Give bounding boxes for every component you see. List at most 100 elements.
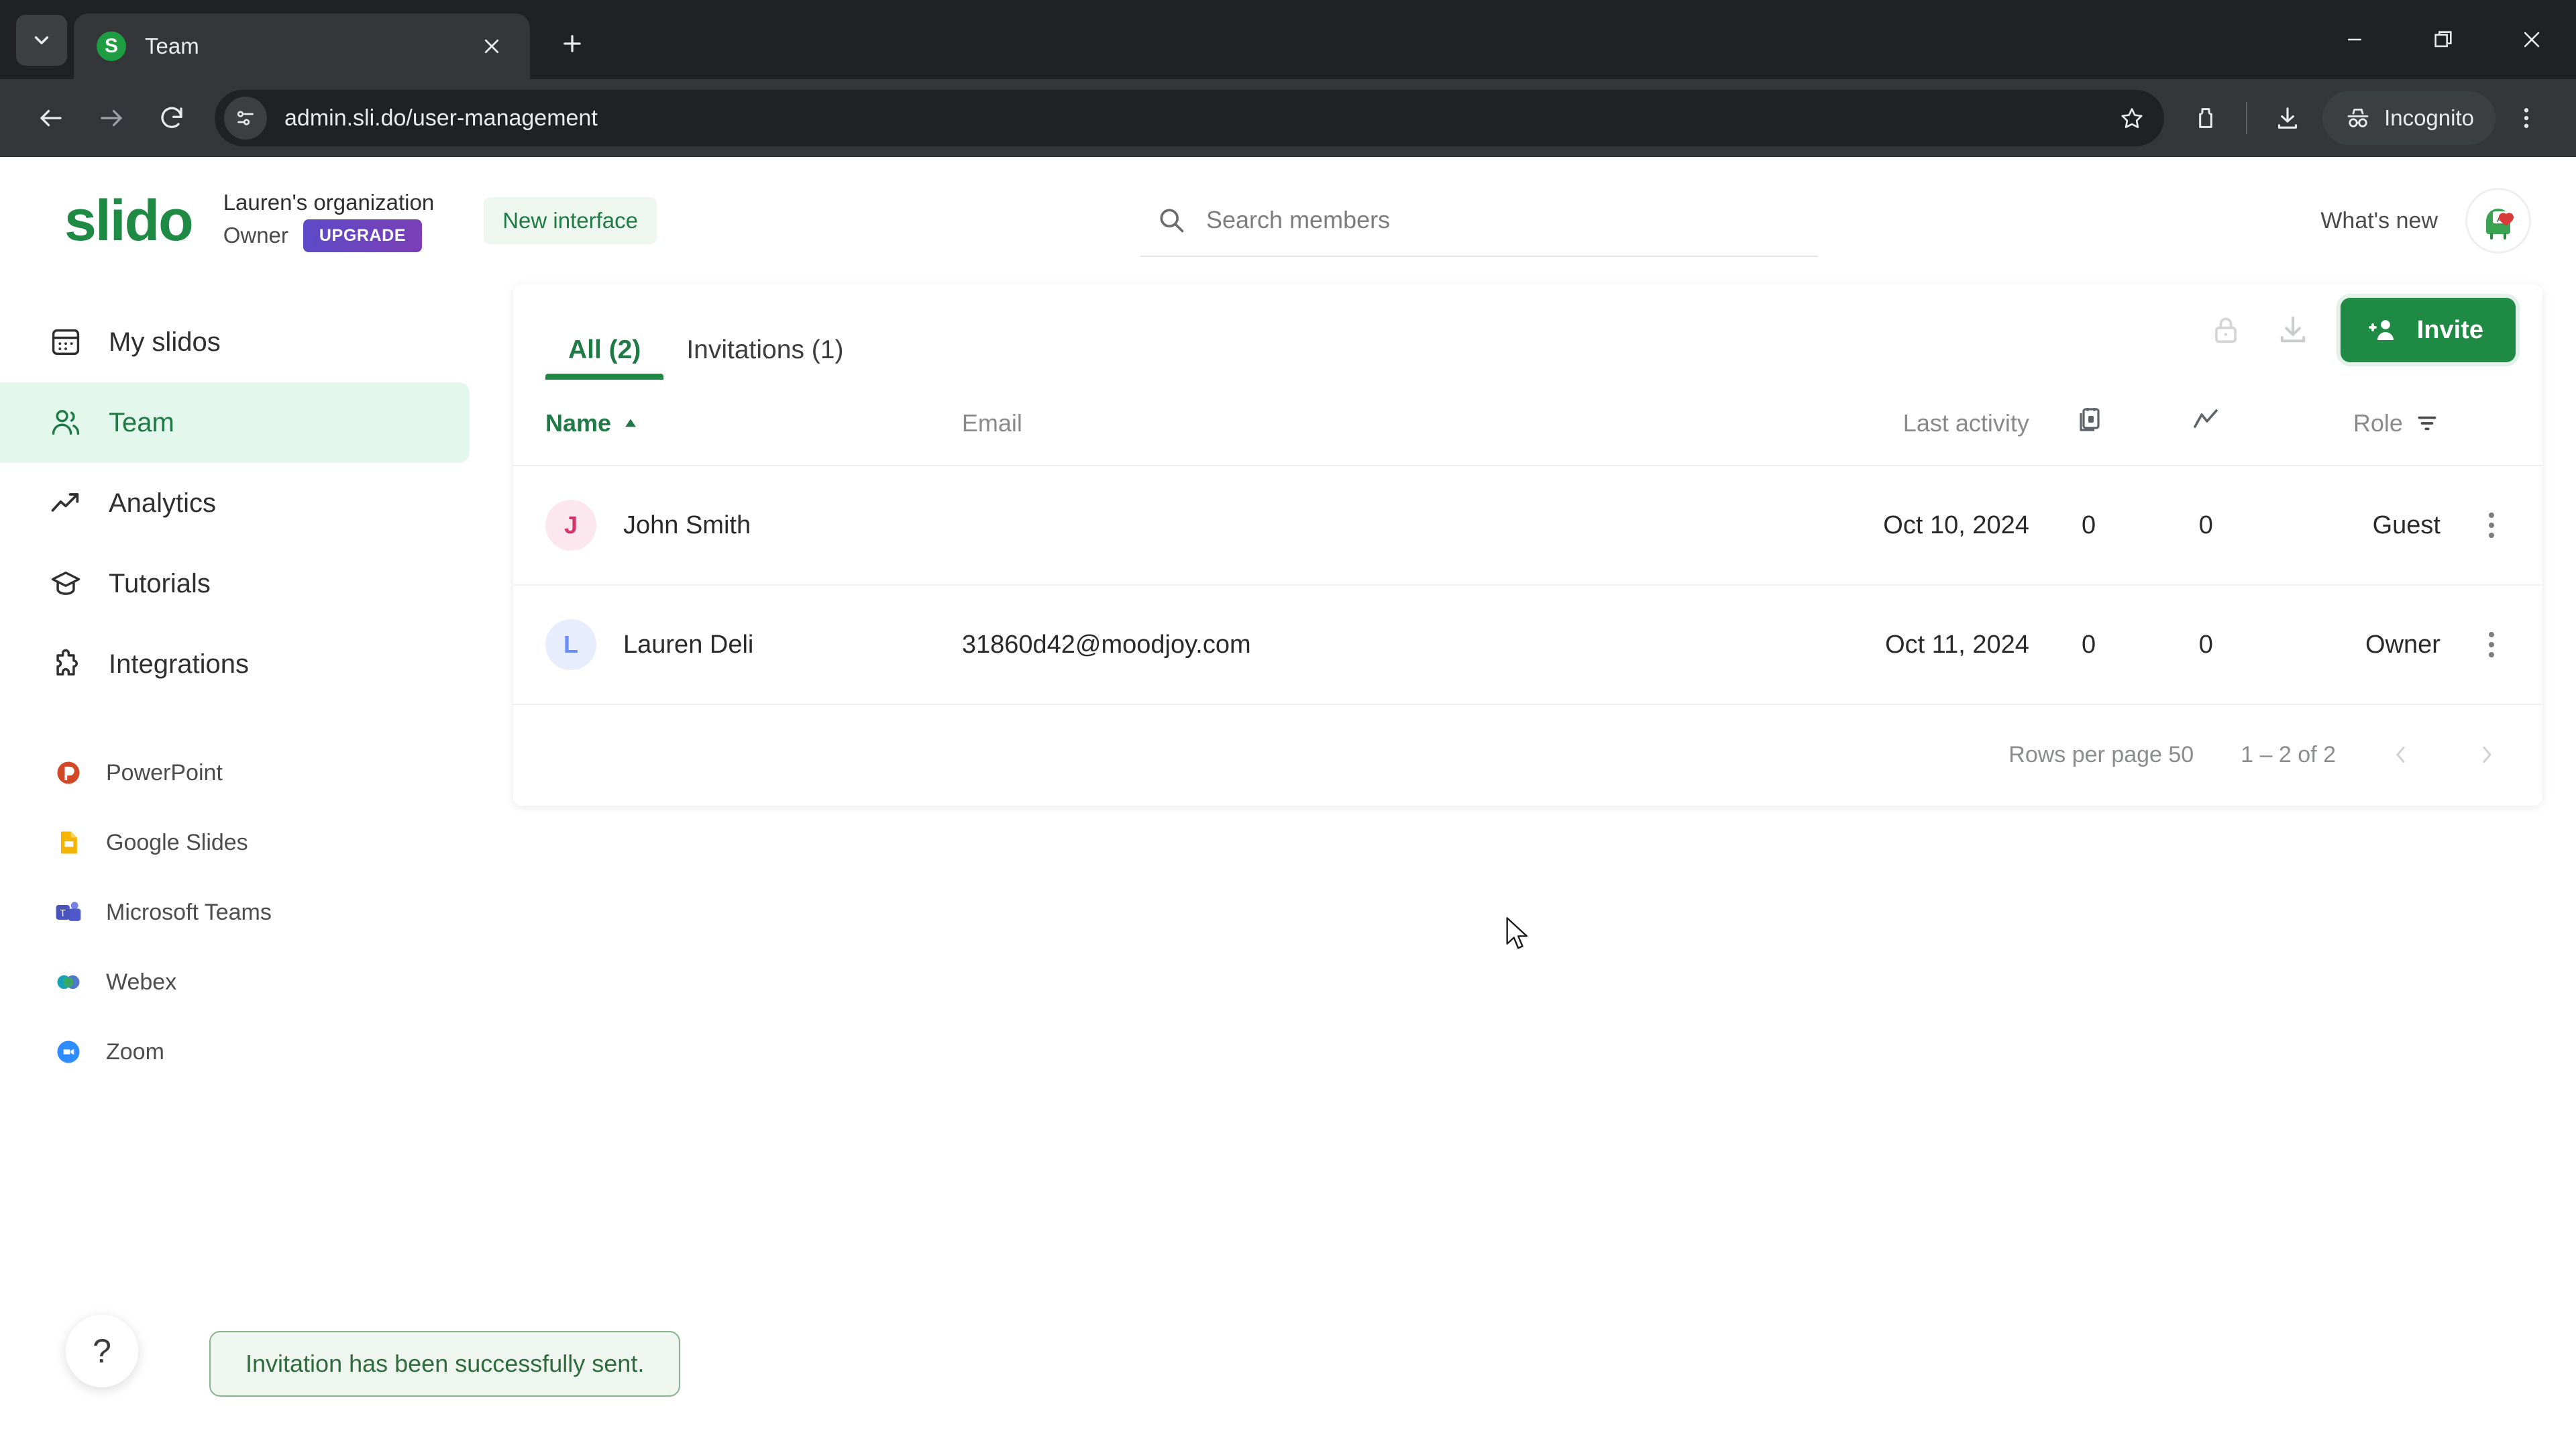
upgrade-button[interactable]: UPGRADE bbox=[303, 219, 423, 252]
column-header-name[interactable]: Name bbox=[513, 380, 962, 466]
people-icon bbox=[48, 405, 83, 440]
close-icon[interactable] bbox=[476, 31, 507, 62]
pagination-range: 1 – 2 of 2 bbox=[2241, 741, 2336, 767]
reload-icon[interactable] bbox=[144, 90, 200, 146]
three-dot-menu-icon[interactable] bbox=[2500, 91, 2553, 145]
sidebar-item-integrations[interactable]: Integrations bbox=[0, 624, 470, 704]
webex-icon bbox=[54, 967, 83, 997]
sidebar-item-team[interactable]: Team bbox=[0, 382, 470, 463]
integration-item-webex[interactable]: Webex bbox=[0, 947, 476, 1017]
avatar[interactable]: A bbox=[2467, 190, 2529, 252]
member-events-count: 0 bbox=[2029, 585, 2149, 705]
member-email bbox=[961, 466, 1805, 586]
tab-invitations[interactable]: Invitations (1) bbox=[663, 284, 866, 380]
member-row-menu-cell bbox=[2440, 466, 2542, 586]
window-close-icon[interactable] bbox=[2487, 0, 2576, 79]
integration-label: Webex bbox=[106, 969, 177, 995]
rows-per-page-selector[interactable]: Rows per page 50 bbox=[2008, 742, 2194, 768]
star-icon[interactable] bbox=[2110, 97, 2153, 140]
new-interface-button[interactable]: New interface bbox=[484, 197, 657, 244]
sidebar-item-label: My slidos bbox=[109, 327, 221, 357]
filter-icon bbox=[2418, 416, 2436, 430]
member-initial-avatar: L bbox=[545, 619, 596, 670]
powerpoint-icon bbox=[54, 758, 83, 788]
sidebar-item-my-slidos[interactable]: My slidos bbox=[0, 302, 470, 382]
sidebar: My slidos Team Analytics Tutorials Integ… bbox=[0, 284, 476, 1449]
chevron-right-icon[interactable] bbox=[2467, 736, 2505, 773]
google-slides-icon bbox=[54, 828, 83, 857]
tab-all[interactable]: All (2) bbox=[545, 284, 664, 380]
sidebar-item-tutorials[interactable]: Tutorials bbox=[0, 543, 470, 624]
minimize-icon[interactable] bbox=[2310, 0, 2399, 79]
column-label: Name bbox=[545, 409, 612, 437]
organization-name: Lauren's organization bbox=[223, 189, 435, 215]
whats-new-button[interactable]: What's new bbox=[2320, 208, 2438, 234]
slido-logo[interactable]: slido bbox=[64, 192, 194, 250]
integration-label: Zoom bbox=[106, 1038, 164, 1065]
invite-button[interactable]: Invite bbox=[2340, 298, 2516, 362]
member-events-count: 0 bbox=[2029, 466, 2149, 586]
page-content: slido Lauren's organization Owner UPGRAD… bbox=[0, 157, 2576, 1449]
site-settings-icon[interactable] bbox=[224, 97, 267, 140]
member-role: Owner bbox=[2263, 585, 2440, 705]
column-header-events[interactable] bbox=[2029, 380, 2149, 466]
back-arrow-icon[interactable] bbox=[23, 90, 79, 146]
table-row[interactable]: L Lauren Deli 31860d42@moodjoy.com Oct 1… bbox=[513, 585, 2542, 705]
slides-grid-icon bbox=[48, 325, 83, 360]
invite-label: Invite bbox=[2416, 315, 2483, 344]
header-right-actions: What's new A bbox=[2320, 190, 2529, 252]
member-row-menu-cell bbox=[2440, 585, 2542, 705]
chevron-down-icon[interactable] bbox=[16, 15, 67, 66]
members-card: All (2) Invitations (1) Invite Name Emai… bbox=[513, 284, 2542, 806]
export-download-icon[interactable] bbox=[2273, 311, 2312, 350]
sidebar-item-label: Team bbox=[109, 407, 174, 437]
incognito-profile-button[interactable]: Incognito bbox=[2322, 91, 2496, 145]
toast-notification: Invitation has been successfully sent. bbox=[209, 1331, 681, 1397]
integration-item-google-slides[interactable]: Google Slides bbox=[0, 808, 476, 877]
download-icon[interactable] bbox=[2261, 91, 2314, 145]
browser-window: S Team admin.sli.do/user-management Inco… bbox=[0, 0, 2576, 1449]
new-tab-button[interactable] bbox=[547, 19, 597, 68]
main-content: All (2) Invitations (1) Invite Name Emai… bbox=[476, 284, 2576, 1449]
integration-label: Microsoft Teams bbox=[106, 899, 272, 925]
member-email: 31860d42@moodjoy.com bbox=[961, 585, 1805, 705]
search-icon bbox=[1160, 209, 1184, 233]
extensions-icon[interactable] bbox=[2179, 91, 2233, 145]
member-name-cell: L Lauren Deli bbox=[513, 585, 962, 705]
kebab-menu-icon[interactable] bbox=[2440, 632, 2542, 657]
column-header-email[interactable]: Email bbox=[961, 380, 1805, 466]
table-header-row: Name Email Last activity Role bbox=[513, 380, 2542, 466]
column-header-participants[interactable] bbox=[2148, 380, 2264, 466]
sidebar-item-analytics[interactable]: Analytics bbox=[0, 463, 470, 543]
browser-tabstrip: S Team bbox=[0, 0, 2576, 79]
member-participants-count: 0 bbox=[2148, 585, 2264, 705]
column-header-last-activity[interactable]: Last activity bbox=[1805, 380, 2029, 466]
member-last-activity: Oct 10, 2024 bbox=[1805, 466, 2029, 586]
member-role: Guest bbox=[2263, 466, 2440, 586]
toolbar-divider bbox=[2246, 102, 2248, 134]
table-row[interactable]: J John Smith Oct 10, 2024 0 0 Guest bbox=[513, 466, 2542, 586]
integration-label: PowerPoint bbox=[106, 759, 223, 786]
puzzle-piece-icon bbox=[48, 647, 83, 682]
integration-item-microsoft-teams[interactable]: T Microsoft Teams bbox=[0, 877, 476, 947]
sidebar-item-label: Integrations bbox=[109, 649, 250, 679]
maximize-icon[interactable] bbox=[2399, 0, 2487, 79]
lock-icon[interactable] bbox=[2206, 311, 2245, 350]
search-input[interactable] bbox=[1206, 206, 1818, 234]
kebab-menu-icon[interactable] bbox=[2440, 513, 2542, 538]
member-participants-count: 0 bbox=[2148, 466, 2264, 586]
chevron-left-icon[interactable] bbox=[2383, 736, 2420, 773]
member-name-cell: J John Smith bbox=[513, 466, 962, 586]
search-members-field[interactable] bbox=[1140, 184, 1818, 257]
integration-item-zoom[interactable]: Zoom bbox=[0, 1017, 476, 1087]
integration-list: PowerPoint Google Slides T Microsoft Tea… bbox=[0, 738, 476, 1087]
browser-tab[interactable]: S Team bbox=[74, 13, 530, 79]
help-button[interactable]: ? bbox=[66, 1315, 138, 1387]
integration-item-powerpoint[interactable]: PowerPoint bbox=[0, 738, 476, 808]
integration-label: Google Slides bbox=[106, 829, 248, 855]
address-bar[interactable]: admin.sli.do/user-management bbox=[215, 90, 2165, 146]
add-person-icon bbox=[2368, 320, 2394, 340]
forward-arrow-icon[interactable] bbox=[83, 90, 140, 146]
column-header-role[interactable]: Role bbox=[2263, 380, 2440, 466]
slido-favicon: S bbox=[97, 32, 126, 61]
